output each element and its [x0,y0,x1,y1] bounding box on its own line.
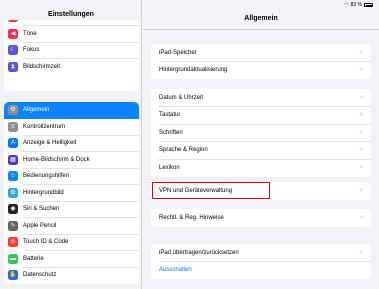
grid-icon: ▦ [8,154,18,165]
chevron-right-icon: > [359,112,363,119]
sidebar-item-battery[interactable]: ▬ Batterie [4,251,139,267]
sidebar-item-hourglass[interactable]: ⧗ Bildschirmzeit [4,59,139,76]
battery-icon: ▬ [8,253,18,264]
sidebar-item-label: Datenschutz [23,272,57,279]
settings-group: VPN und Geräteverwaltung > [151,182,371,200]
chevron-right-icon: > [359,214,363,221]
sidebar: Einstellungen ●Mitteilungen◀Töne☾Fokus⧗B… [0,0,142,289]
settings-row-label: Rechtl. & Reg. Hinweise [159,214,224,221]
sidebar-item-fingerprint[interactable]: ◎ Touch ID & Code [4,234,139,251]
settings-row-label: Ausschalten [159,267,192,274]
sidebar-item-label: Batterie [23,255,44,262]
settings-row[interactable]: Rechtl. & Reg. Hinweise > [151,209,371,227]
chevron-right-icon: > [359,49,363,56]
settings-row[interactable]: Sprache & Region > [151,142,371,159]
settings-group: iPad übertragen/zurücksetzen > Ausschalten [151,244,371,279]
settings-row[interactable]: VPN und Geräteverwaltung > [151,182,371,200]
sidebar-item-label: Home-Bildschirm & Dock [23,156,90,163]
chevron-right-icon: > [359,129,363,136]
sidebar-item-hand[interactable]: ✋ Datenschutz [4,267,139,284]
sidebar-item-label: Bedienungshilfen [23,173,70,180]
sidebar-item-accessibility[interactable]: ☺ Bedienungshilfen [4,168,139,185]
settings-group: iPad-Speicher > Hintergrundaktualisierung > [151,44,371,79]
sidebar-item-siri[interactable]: ◉ Siri & Suchen [4,201,139,218]
fingerprint-icon: ◎ [8,237,18,248]
settings-row-label: Schriften [159,129,183,136]
settings-row[interactable]: Tastatur > [151,107,371,124]
aa-icon: A [8,138,18,149]
settings-row-label: Sprache & Region [159,147,208,154]
sidebar-item-speaker[interactable]: ◀ Töne [4,26,139,42]
settings-row[interactable]: Ausschalten [151,262,371,280]
sidebar-item-label: Kontrollzentrum [23,123,66,130]
pencil-icon: ✎ [8,220,18,231]
accessibility-icon: ☺ [8,171,18,182]
siri-icon: ◉ [8,204,18,215]
settings-group: Rechtl. & Reg. Hinweise > [151,209,371,227]
hourglass-icon: ⧗ [8,61,18,72]
chevron-right-icon: > [359,67,363,74]
settings-row-label: iPad-Speicher [159,49,197,56]
flower-icon: ✿ [8,187,18,198]
chevron-right-icon: > [359,249,363,256]
settings-row[interactable]: Hintergrundaktualisierung > [151,62,371,80]
settings-row-label: VPN und Geräteverwaltung [159,187,233,194]
sidebar-item-grid[interactable]: ▦ Home-Bildschirm & Dock [4,152,139,168]
sidebar-item-label: Touch ID & Code [23,239,69,246]
hand-icon: ✋ [8,270,18,281]
sidebar-item-moon[interactable]: ☾ Fokus [4,42,139,59]
chevron-right-icon: > [359,94,363,101]
moon-icon: ☾ [8,45,18,56]
chevron-right-icon: > [359,147,363,154]
bell-icon: ● [8,20,18,23]
settings-row-label: Datum & Uhrzeit [159,94,204,101]
sidebar-title: Einstellungen [48,11,94,18]
switches-icon: ≡ [8,121,18,132]
main-panel: Allgemein iPad-Speicher > Hintergrundaktua… [143,0,379,289]
sidebar-item-label: Bildschirmzeit [23,63,61,70]
sidebar-item-flower[interactable]: ✿ Hintergrundbild [4,185,139,201]
settings-row[interactable]: Schriften > [151,124,371,142]
header-divider [143,29,379,30]
sidebar-item-label: Hintergrundbild [23,189,64,196]
settings-row[interactable]: Lexikon > [151,159,371,177]
page-title: Allgemein [244,15,278,22]
chevron-right-icon: > [359,164,363,171]
sidebar-item-label: Fokus [23,47,40,54]
sidebar-item-label: Siri & Suchen [23,206,60,213]
settings-row[interactable]: iPad-Speicher > [151,44,371,62]
sidebar-group-top: ●Mitteilungen◀Töne☾Fokus⧗Bildschirmzeit [4,20,139,91]
settings-row[interactable]: Datum & Uhrzeit > [151,89,371,107]
settings-group: Datum & Uhrzeit > Tastatur > Schriften > Sprac… [151,89,371,177]
sidebar-item-label: Allgemein [23,107,50,114]
settings-row-label: Lexikon [159,164,180,171]
settings-row-label: Tastatur [159,112,181,119]
settings-row-label: Hintergrundaktualisierung [159,67,228,74]
sidebar-item-label: Töne [23,30,37,37]
sidebar-item-pencil[interactable]: ✎ Apple Pencil [4,218,139,234]
sidebar-group-main: ⚙ Allgemein ≡ Kontrollzentrum A Anzeige & Hel… [4,102,139,284]
chevron-right-icon: > [359,187,363,194]
sidebar-item-label: Apple Pencil [23,222,57,229]
speaker-icon: ◀ [8,28,18,39]
sidebar-item-label: Anzeige & Helligkeit [23,140,77,147]
sidebar-item-aa[interactable]: A Anzeige & Helligkeit [4,135,139,152]
settings-row-label: iPad übertragen/zurücksetzen [159,249,239,256]
settings-row[interactable]: iPad übertragen/zurücksetzen > [151,244,371,262]
gear-icon: ⚙ [8,105,18,116]
sidebar-item-gear[interactable]: ⚙ Allgemein [4,102,139,119]
sidebar-item-switches[interactable]: ≡ Kontrollzentrum [4,119,139,135]
